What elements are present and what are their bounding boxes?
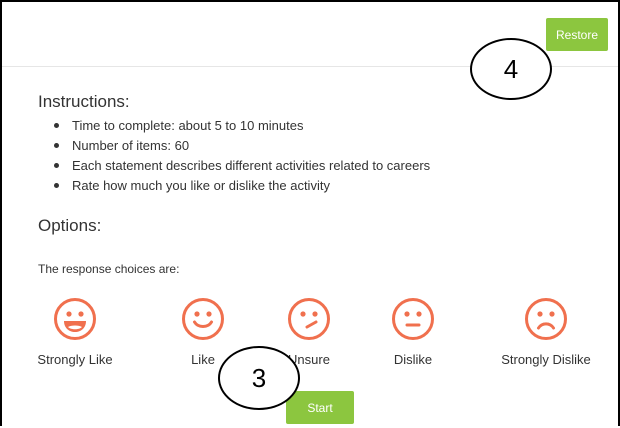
list-item: Time to complete: about 5 to 10 minutes (50, 116, 430, 136)
choice-label-like: Like (191, 352, 215, 367)
instructions-heading: Instructions: (38, 92, 130, 111)
options-heading: Options: (38, 216, 102, 235)
callout-badge-restore: 4 (470, 38, 552, 100)
laughing-face-icon (54, 298, 96, 340)
choice-label-dislike: Dislike (393, 352, 433, 367)
smiling-face-icon (182, 298, 224, 340)
restore-button[interactable]: Restore (546, 18, 608, 51)
neutral-face-icon (392, 298, 434, 340)
list-item: Each statement describes different activ… (50, 156, 430, 176)
frowning-face-icon (525, 298, 567, 340)
start-button[interactable]: Start (286, 391, 354, 424)
choices-intro: The response choices are: (38, 262, 180, 276)
callout-badge-start: 3 (218, 346, 300, 410)
instructions-list: Time to complete: about 5 to 10 minutes … (50, 116, 430, 196)
list-item: Number of items: 60 (50, 136, 430, 156)
confused-face-icon (288, 298, 330, 340)
list-item: Rate how much you like or dislike the ac… (50, 176, 430, 196)
choice-label-strongly-dislike: Strongly Dislike (501, 352, 591, 367)
choice-label-strongly-like: Strongly Like (37, 352, 113, 367)
